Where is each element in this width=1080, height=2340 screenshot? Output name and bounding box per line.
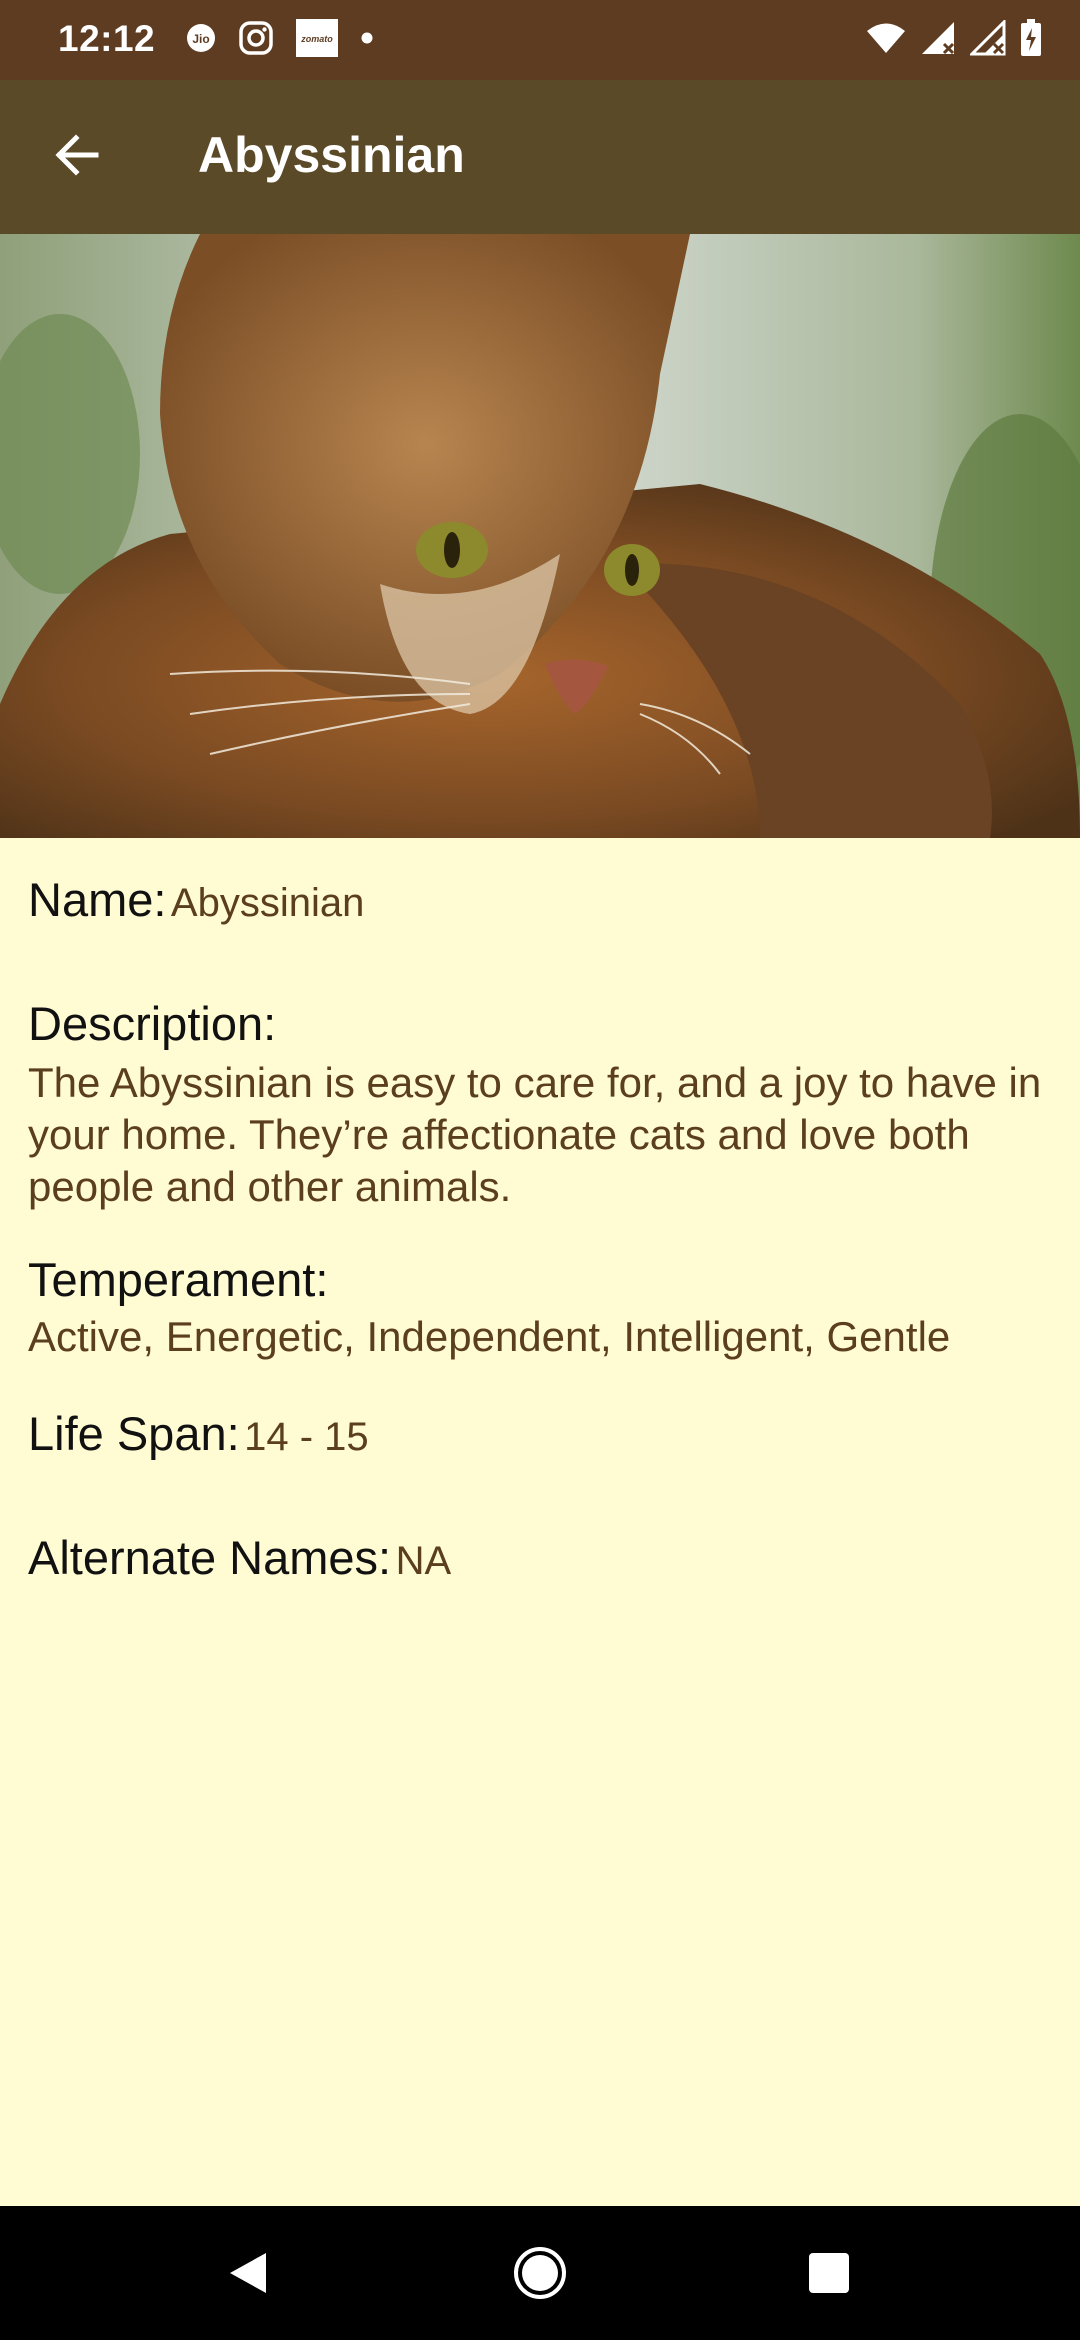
description-label: Description: bbox=[28, 997, 277, 1050]
nav-home-button[interactable] bbox=[505, 2240, 575, 2310]
home-circle-icon bbox=[512, 2245, 568, 2306]
description-section: Description: The Abyssinian is easy to c… bbox=[28, 996, 1052, 1213]
dot-icon bbox=[360, 31, 374, 50]
alternate-names-label: Alternate Names: bbox=[28, 1531, 392, 1584]
name-row: Name: Abyssinian bbox=[28, 872, 1052, 927]
jio-icon: Jio bbox=[186, 23, 216, 58]
alternate-names-value: NA bbox=[395, 1539, 452, 1583]
life-span-value: 14 - 15 bbox=[244, 1415, 369, 1459]
system-nav-bar bbox=[0, 2206, 1080, 2340]
signal-icon bbox=[920, 20, 956, 61]
zomato-icon: zomato bbox=[296, 18, 338, 62]
status-notification-icons: Jio zomato bbox=[186, 18, 374, 62]
status-time: 12:12 bbox=[58, 18, 156, 59]
svg-text:zomato: zomato bbox=[300, 34, 333, 44]
battery-icon bbox=[1020, 18, 1042, 62]
page-title: Abyssinian bbox=[198, 127, 465, 183]
cat-photo bbox=[0, 234, 1080, 838]
signal-icon bbox=[968, 17, 1006, 61]
temperament-label: Temperament: bbox=[28, 1253, 329, 1306]
temperament-value: Active, Energetic, Independent, Intellig… bbox=[28, 1313, 951, 1360]
app-bar: Abyssinian bbox=[0, 80, 1080, 234]
arrow-left-icon bbox=[52, 130, 102, 185]
recents-square-icon bbox=[807, 2251, 851, 2300]
back-button[interactable] bbox=[40, 120, 114, 194]
status-bar: 12:12 Jio zomato bbox=[0, 0, 1080, 80]
life-span-row: Life Span: 14 - 15 bbox=[28, 1406, 1052, 1461]
temperament-section: Temperament: Active, Energetic, Independ… bbox=[28, 1252, 1052, 1363]
life-span-label: Life Span: bbox=[28, 1407, 240, 1460]
name-label: Name: bbox=[28, 873, 167, 926]
alternate-names-row: Alternate Names: NA bbox=[28, 1530, 1052, 1585]
svg-text:Jio: Jio bbox=[192, 32, 209, 46]
back-triangle-icon bbox=[226, 2249, 270, 2302]
nav-back-button[interactable] bbox=[213, 2240, 283, 2310]
nav-recents-button[interactable] bbox=[794, 2240, 864, 2310]
instagram-icon bbox=[238, 20, 274, 61]
description-value: The Abyssinian is easy to care for, and … bbox=[28, 1059, 1042, 1210]
status-system-icons bbox=[866, 17, 1042, 62]
name-value: Abyssinian bbox=[170, 881, 365, 925]
wifi-icon bbox=[866, 22, 906, 59]
